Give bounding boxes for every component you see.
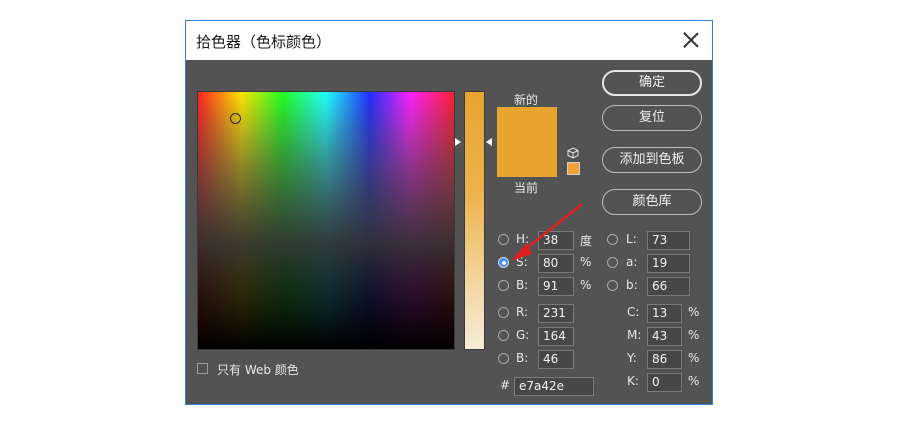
c-input[interactable]: 13 [647,304,682,323]
web-safe-color-swatch[interactable] [567,162,580,175]
radio-r[interactable] [498,307,509,318]
a-label: a: [626,255,638,269]
web-colors-only-checkbox[interactable] [197,363,208,374]
color-slider[interactable] [464,91,485,350]
slider-right-handle-icon[interactable] [486,138,492,146]
radio-blue[interactable] [498,353,509,364]
l-label: L: [626,232,637,246]
radio-s[interactable] [498,257,509,268]
c-label: C: [627,305,640,319]
b-unit: % [580,278,592,292]
color-field-marker[interactable] [230,113,241,124]
current-color-swatch[interactable] [497,142,557,177]
s-input[interactable]: 80 [538,254,574,273]
radio-g[interactable] [498,330,509,341]
y-label: Y: [627,351,637,365]
current-color-label: 当前 [514,181,539,195]
g-input[interactable]: 164 [538,327,574,346]
k-input[interactable]: 0 [647,373,682,392]
m-unit: % [688,328,700,342]
k-label: K: [627,374,639,388]
close-icon[interactable] [680,29,702,51]
reset-button[interactable]: 复位 [602,105,702,131]
web-safe-cube-icon[interactable] [567,147,579,159]
c-unit: % [688,305,700,319]
lab-b-label: b: [626,278,638,292]
g-label: G: [516,328,530,342]
s-label: S: [516,255,528,269]
h-label: H: [516,232,530,246]
color-picker-dialog: 拾色器（色标颜色） 新的 当前 确定 复位 添加到色板 颜色库 H: 38 度 … [185,20,713,405]
new-color-swatch [497,107,557,142]
k-unit: % [688,374,700,388]
radio-lab-b[interactable] [607,280,618,291]
s-unit: % [580,255,592,269]
h-unit: 度 [580,234,593,248]
y-input[interactable]: 86 [647,350,682,369]
m-input[interactable]: 43 [647,327,682,346]
title-bar: 拾色器（色标颜色） [186,21,712,60]
radio-a[interactable] [607,257,618,268]
web-colors-only-label: 只有 Web 颜色 [217,363,299,377]
b-label: B: [516,278,529,292]
l-input[interactable]: 73 [647,231,690,250]
radio-b[interactable] [498,280,509,291]
add-to-swatches-button[interactable]: 添加到色板 [602,147,702,173]
color-field[interactable] [197,91,455,350]
r-input[interactable]: 231 [538,304,574,323]
m-label: M: [627,328,642,342]
color-libraries-button[interactable]: 颜色库 [602,189,702,215]
ok-button[interactable]: 确定 [602,70,702,96]
hex-label: # [500,378,511,392]
blue-label: B: [516,351,529,365]
dialog-title: 拾色器（色标颜色） [196,33,332,51]
r-label: R: [516,305,529,319]
a-input[interactable]: 19 [647,254,690,273]
blue-input[interactable]: 46 [538,350,574,369]
radio-l[interactable] [607,234,618,245]
slider-left-handle-icon[interactable] [455,138,461,146]
y-unit: % [688,351,700,365]
radio-h[interactable] [498,234,509,245]
hex-input[interactable]: e7a42e [514,377,594,396]
h-input[interactable]: 38 [538,231,574,250]
b-input[interactable]: 91 [538,277,574,296]
lab-b-input[interactable]: 66 [647,277,690,296]
new-color-label: 新的 [514,93,539,107]
